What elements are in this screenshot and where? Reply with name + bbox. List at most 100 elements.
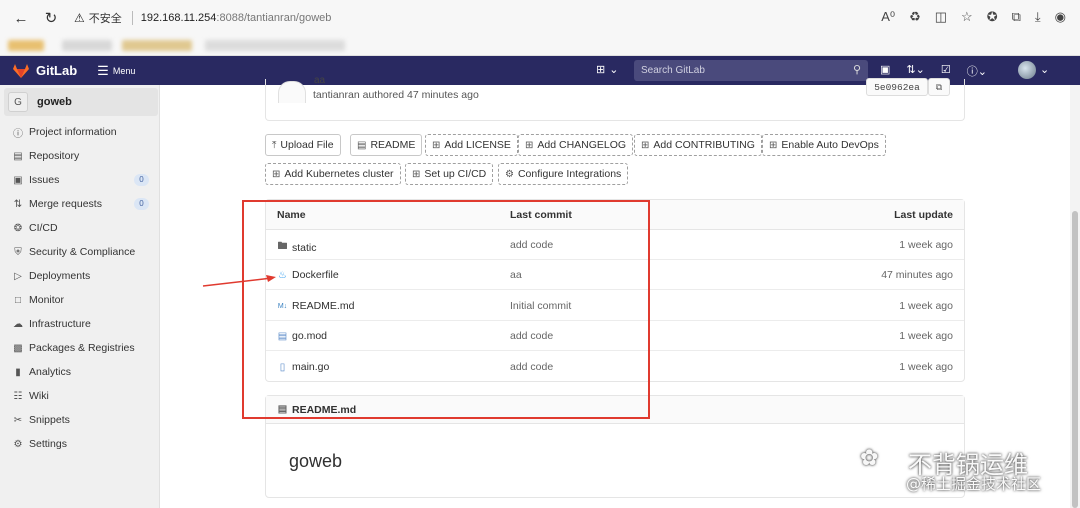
back-icon[interactable]: ← xyxy=(10,7,32,29)
sidebar-item-infrastructure[interactable]: ☁ Infrastructure xyxy=(12,314,152,334)
plus-square-icon: ⊞ xyxy=(432,139,441,151)
commit-author[interactable]: tantianran xyxy=(313,89,360,101)
address-bar[interactable]: ⚠ 不安全 192.168.11.254:8088/tantianran/gow… xyxy=(74,5,331,31)
annotation-highlight-box xyxy=(242,200,650,419)
copy-icon[interactable]: ⧉ xyxy=(928,78,950,96)
scrollbar-thumb[interactable] xyxy=(1072,211,1078,508)
readme-button[interactable]: ▤ README xyxy=(350,134,423,156)
sidebar-item-analytics[interactable]: ▮ Analytics xyxy=(12,362,152,382)
issues-icon[interactable]: ▣ xyxy=(880,63,890,79)
button-label: Add CHANGELOG xyxy=(537,139,627,151)
configure-integrations-button[interactable]: ⚙ Configure Integrations xyxy=(498,163,629,185)
gitlab-logo[interactable]: GitLab xyxy=(12,63,77,79)
blurred-bookmark xyxy=(62,40,112,51)
todo-icon[interactable]: ☑ xyxy=(941,63,951,79)
search-input[interactable]: Search GitLab ⚲ xyxy=(634,60,868,81)
search-placeholder: Search GitLab xyxy=(641,65,705,76)
add-contributing-button[interactable]: ⊞ Add CONTRIBUTING xyxy=(634,134,762,156)
sidebar-item-label: Infrastructure xyxy=(29,318,91,330)
last-update-cell: 1 week ago xyxy=(899,300,953,312)
last-update-cell: 1 week ago xyxy=(899,361,953,373)
help-icon[interactable]: ⓘ⌄ xyxy=(967,63,987,79)
extension-icon[interactable]: ◉ xyxy=(1055,9,1066,25)
sidebar-item-label: Packages & Registries xyxy=(29,342,135,354)
gitlab-tanuki-icon xyxy=(13,63,29,78)
sidebar-item-deployments[interactable]: ▷ Deployments xyxy=(12,266,152,286)
button-label: Upload File xyxy=(280,139,334,151)
monitor-icon: □ xyxy=(14,294,22,306)
upload-file-button[interactable]: ⤒ Upload File xyxy=(265,134,341,156)
sidebar-item-label: Monitor xyxy=(29,294,65,306)
wechat-icon: ✿ xyxy=(860,445,879,470)
downloads-icon[interactable]: ⤓ xyxy=(1035,9,1041,25)
url-path: :8088/tantianran/goweb xyxy=(216,12,332,24)
chevron-down-icon[interactable]: ⌄ xyxy=(1040,63,1049,76)
add-changelog-button[interactable]: ⊞ Add CHANGELOG xyxy=(518,134,634,156)
last-update-cell: 1 week ago xyxy=(899,330,953,342)
merge-requests-count-badge: 0 xyxy=(134,198,149,210)
sidebar-item-cicd[interactable]: ❂ CI/CD xyxy=(12,218,152,238)
commit-title[interactable]: aa xyxy=(314,75,325,86)
last-update-cell: 47 minutes ago xyxy=(881,269,953,281)
issues-icon: ▣ xyxy=(13,174,23,186)
translate-icon[interactable]: ♻ xyxy=(909,9,921,25)
sidebar: G goweb ⓘ Project information ▤ Reposito… xyxy=(0,85,160,508)
gear-icon: ⚙ xyxy=(505,168,514,180)
setup-cicd-button[interactable]: ⊞ Set up CI/CD xyxy=(405,163,494,185)
rocket-icon: ❂ xyxy=(13,222,23,234)
deploy-icon: ▷ xyxy=(14,270,22,282)
button-label: Enable Auto DevOps xyxy=(781,139,879,151)
sidebar-item-issues[interactable]: ▣ Issues 0 xyxy=(12,170,152,190)
page-scrollbar[interactable] xyxy=(1070,85,1080,508)
file-icon: ▤ xyxy=(357,139,367,151)
project-name: goweb xyxy=(37,96,72,108)
sidebar-item-settings[interactable]: ⚙ Settings xyxy=(12,434,152,454)
sidebar-item-label: Issues xyxy=(29,174,60,186)
plus-square-icon: ⊞ xyxy=(525,139,534,151)
column-header-last-update: Last update xyxy=(894,209,953,221)
warning-icon: ⚠ xyxy=(74,11,85,25)
avatar[interactable] xyxy=(1018,61,1036,79)
sidebar-item-snippets[interactable]: ✂ Snippets xyxy=(12,410,152,430)
sidebar-item-monitor[interactable]: □ Monitor xyxy=(12,290,152,310)
favorite-add-icon[interactable]: ☆ xyxy=(961,9,973,25)
read-aloud-icon[interactable]: A⁰ xyxy=(881,9,895,25)
scissors-icon: ✂ xyxy=(13,414,23,426)
chart-icon: ▮ xyxy=(15,366,21,378)
commit-author-avatar[interactable] xyxy=(278,81,306,103)
favorites-icon[interactable]: ✪ xyxy=(987,9,998,25)
split-screen-icon[interactable]: ◫ xyxy=(935,9,947,25)
sidebar-item-merge-requests[interactable]: ⇅ Merge requests 0 xyxy=(12,194,152,214)
plus-square-icon: ⊞ xyxy=(596,64,606,76)
menu-button[interactable]: ☰ Menu xyxy=(97,63,135,79)
add-license-button[interactable]: ⊞ Add LICENSE xyxy=(425,134,518,156)
doc-icon: ▤ xyxy=(13,150,23,162)
sidebar-item-label: Analytics xyxy=(29,366,72,378)
annotation-arrow xyxy=(202,275,276,287)
merge-request-icon[interactable]: ⇅⌄ xyxy=(906,63,924,79)
sidebar-project[interactable]: G goweb xyxy=(4,88,158,116)
cloud-icon: ☁ xyxy=(13,318,23,330)
commit-meta: tantianran authored 47 minutes ago xyxy=(313,89,479,101)
enable-auto-devops-button[interactable]: ⊞ Enable Auto DevOps xyxy=(762,134,886,156)
menu-label: Menu xyxy=(112,65,136,76)
sidebar-item-wiki[interactable]: ☷ Wiki xyxy=(12,386,152,406)
button-label: Add CONTRIBUTING xyxy=(653,139,755,151)
search-icon: ⚲ xyxy=(852,64,861,76)
chevron-down-icon: ⌄ xyxy=(609,64,619,76)
sidebar-item-security[interactable]: ⛨ Security & Compliance xyxy=(12,242,152,262)
upload-icon: ⤒ xyxy=(272,139,277,151)
bookmarks-bar xyxy=(0,36,1080,56)
info-icon: ⓘ xyxy=(13,128,23,140)
plus-square-icon: ⊞ xyxy=(412,168,421,180)
sidebar-item-project-information[interactable]: ⓘ Project information xyxy=(12,122,152,142)
add-kubernetes-cluster-button[interactable]: ⊞ Add Kubernetes cluster xyxy=(265,163,401,185)
new-dropdown[interactable]: ⊞ ⌄ xyxy=(596,63,618,76)
commit-sha[interactable]: 5e0962ea xyxy=(866,78,928,96)
book-icon: ☷ xyxy=(13,390,23,402)
sidebar-item-repository[interactable]: ▤ Repository xyxy=(12,146,152,166)
collections-icon[interactable]: ⧉ xyxy=(1012,9,1021,25)
sidebar-item-packages[interactable]: ▩ Packages & Registries xyxy=(12,338,152,358)
reload-icon[interactable]: ↻ xyxy=(40,7,62,29)
insecure-label: 不安全 xyxy=(88,13,122,25)
